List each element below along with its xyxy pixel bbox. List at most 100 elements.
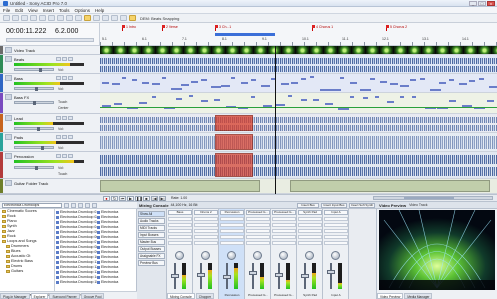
fx-slot[interactable] bbox=[246, 229, 270, 233]
insert-soft-synth-button[interactable]: Insert Soft Synth bbox=[349, 202, 375, 208]
loop-region-bar[interactable] bbox=[215, 33, 275, 36]
menu-tools[interactable]: Tools bbox=[59, 8, 70, 13]
stop-preview-icon[interactable] bbox=[92, 202, 97, 208]
mixer-view-button[interactable]: Master Bus bbox=[138, 239, 165, 245]
volume-fader[interactable] bbox=[171, 273, 179, 278]
fx-slot[interactable] bbox=[194, 229, 218, 233]
tab-groove-pool[interactable]: Groove Pool bbox=[80, 293, 105, 299]
volume-slider[interactable] bbox=[14, 127, 54, 131]
timeline-ruler[interactable]: 1 Intro 2 Verse 3 Ch...1 4 Chorus 1 5 Ch… bbox=[100, 23, 497, 46]
channel-input[interactable]: Processed G... bbox=[272, 210, 296, 215]
undo-icon[interactable] bbox=[66, 15, 73, 21]
track-header-pads[interactable]: Pads Vol: bbox=[0, 133, 100, 152]
fx-slot[interactable] bbox=[168, 217, 192, 221]
selected-clip[interactable] bbox=[215, 115, 253, 131]
arm-button[interactable] bbox=[68, 116, 73, 120]
tab-video-preview[interactable]: Video Preview bbox=[377, 293, 404, 299]
fx-slot[interactable] bbox=[220, 229, 244, 233]
cut-icon[interactable] bbox=[39, 15, 46, 21]
selected-clip[interactable] bbox=[215, 134, 253, 150]
volume-fader[interactable] bbox=[249, 271, 257, 276]
timeline-area[interactable] bbox=[100, 46, 497, 194]
record-button[interactable]: ● bbox=[103, 195, 110, 201]
automation-mode[interactable]: Touch bbox=[58, 172, 67, 176]
fx-slot[interactable] bbox=[220, 241, 244, 245]
maximize-button[interactable]: □ bbox=[478, 0, 486, 6]
mixer-view-button[interactable]: Output Busses bbox=[138, 246, 165, 252]
bass-lane[interactable] bbox=[100, 74, 497, 93]
menu-insert[interactable]: Insert bbox=[43, 8, 54, 13]
lead-lane[interactable] bbox=[100, 114, 497, 133]
play-from-start-button[interactable]: ⏮ bbox=[119, 195, 126, 201]
volume-slider[interactable] bbox=[14, 101, 54, 105]
track-header-lead[interactable]: Lead Vol: bbox=[0, 114, 100, 133]
fx-slot[interactable] bbox=[246, 241, 270, 245]
stop-button[interactable]: ■ bbox=[143, 195, 150, 201]
fx-slot[interactable] bbox=[246, 217, 270, 221]
channel-strip[interactable]: Drums 2Drums 2 bbox=[193, 209, 219, 299]
new-project-icon[interactable] bbox=[3, 15, 10, 21]
volume-fader[interactable] bbox=[327, 270, 335, 275]
play-button[interactable]: ▶ bbox=[127, 195, 134, 201]
snapping-icon[interactable] bbox=[129, 15, 136, 21]
fx-slot[interactable] bbox=[298, 235, 322, 239]
fx-slot[interactable] bbox=[298, 217, 322, 221]
arm-button[interactable] bbox=[68, 76, 73, 80]
play-preview-icon[interactable] bbox=[85, 202, 90, 208]
channel-strip[interactable]: Percussion Percussion bbox=[219, 209, 245, 299]
arm-button[interactable] bbox=[68, 154, 73, 158]
tab-plugin-manager[interactable]: Plug-In Manager bbox=[0, 293, 30, 299]
envelope-tool-icon[interactable] bbox=[102, 15, 109, 21]
channel-strip[interactable]: Processed G... Processed G... bbox=[271, 209, 297, 299]
fx-slot[interactable] bbox=[298, 229, 322, 233]
channel-strip[interactable]: BassBass bbox=[167, 209, 193, 299]
fx-slot[interactable] bbox=[298, 241, 322, 245]
horizontal-scrollbar[interactable] bbox=[373, 196, 493, 200]
percussion-lane[interactable] bbox=[100, 152, 497, 179]
pan-knob[interactable] bbox=[227, 251, 236, 260]
mute-button[interactable] bbox=[56, 76, 61, 80]
marker[interactable]: 2 Verse bbox=[162, 25, 178, 31]
solo-button[interactable] bbox=[62, 76, 67, 80]
mixer-view-button[interactable]: Assignable FX bbox=[138, 253, 165, 259]
pause-button[interactable]: ❚❚ bbox=[135, 195, 143, 201]
fx-slot[interactable] bbox=[272, 241, 296, 245]
up-folder-icon[interactable] bbox=[64, 202, 69, 208]
fx-slot[interactable] bbox=[272, 235, 296, 239]
erase-tool-icon[interactable] bbox=[111, 15, 118, 21]
tab-mixing-console[interactable]: Mixing Console bbox=[167, 293, 195, 299]
track-header-beats[interactable]: Beats Vol: bbox=[0, 55, 100, 74]
mixer-view-button[interactable]: Audio Tracks bbox=[138, 218, 165, 224]
track-header-percussion[interactable]: Percussion Vol: Touch bbox=[0, 152, 100, 179]
tab-chopper[interactable]: Chopper bbox=[195, 293, 215, 299]
tab-explorer[interactable]: Explorer bbox=[30, 293, 49, 299]
tempo-strip[interactable] bbox=[6, 38, 94, 42]
channel-input[interactable]: Processed G... bbox=[246, 210, 270, 215]
mute-button[interactable] bbox=[56, 116, 61, 120]
file-item[interactable]: Electronica bbox=[97, 280, 137, 285]
solo-button[interactable] bbox=[62, 116, 67, 120]
fx-slot[interactable] bbox=[272, 223, 296, 227]
copy-icon[interactable] bbox=[48, 15, 55, 21]
fx-slot[interactable] bbox=[324, 229, 348, 233]
insert-input-bus-button[interactable]: Insert Input Bus bbox=[321, 202, 347, 208]
fx-slot[interactable] bbox=[246, 223, 270, 227]
file-item[interactable]: Electronica Drumloop 15.wav bbox=[56, 280, 97, 285]
pan-knob[interactable] bbox=[305, 251, 314, 260]
folder-tree-item[interactable]: Guitars bbox=[0, 269, 54, 274]
beats-lane[interactable] bbox=[100, 55, 497, 74]
solo-button[interactable] bbox=[62, 57, 67, 61]
scroll-thumb[interactable] bbox=[404, 197, 454, 199]
arm-button[interactable] bbox=[68, 57, 73, 61]
track-header-bass[interactable]: Bass Vol: bbox=[0, 74, 100, 93]
channel-strip[interactable]: Processed G... Processed G... bbox=[245, 209, 271, 299]
mixer-view-button[interactable]: MIDI Tracks bbox=[138, 225, 165, 231]
fx-slot[interactable] bbox=[194, 223, 218, 227]
menu-edit[interactable]: Edit bbox=[15, 8, 23, 13]
pan-knob[interactable] bbox=[175, 251, 184, 260]
close-button[interactable]: x bbox=[487, 0, 495, 6]
go-to-start-button[interactable]: |◀ bbox=[151, 195, 158, 201]
volume-fader[interactable] bbox=[223, 275, 231, 279]
channel-input[interactable]: Bass bbox=[168, 210, 192, 215]
track-header-video[interactable]: Video Track bbox=[0, 46, 100, 55]
